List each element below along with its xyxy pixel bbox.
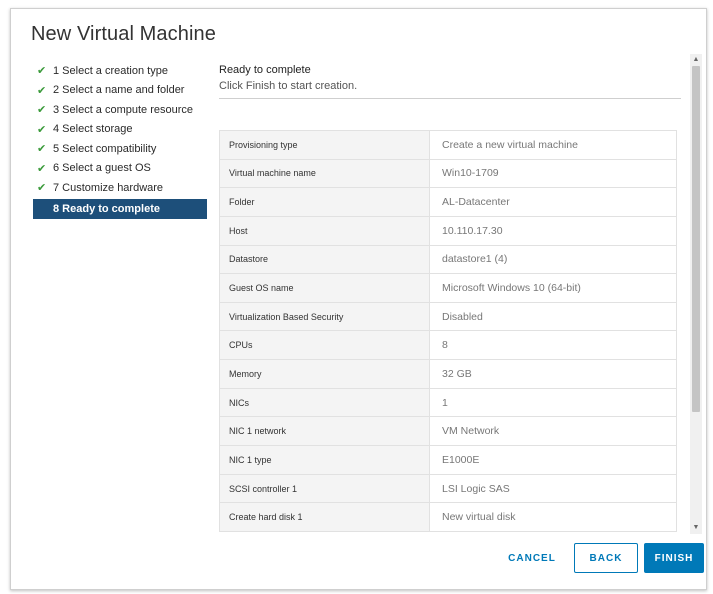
row-value: Create a new virtual machine xyxy=(430,131,677,159)
row-value: New virtual disk xyxy=(430,503,677,531)
check-icon: ✔ xyxy=(37,182,47,195)
table-row: Create hard disk 1 New virtual disk xyxy=(220,503,677,532)
table-row: SCSI controller 1 LSI Logic SAS xyxy=(220,474,677,504)
row-key: Virtualization Based Security xyxy=(220,302,430,331)
table-row: CPUs 8 xyxy=(220,331,677,361)
step-8-ready-to-complete[interactable]: 8 Ready to complete xyxy=(33,198,207,219)
row-key: NICs xyxy=(220,388,430,417)
step-7-customize-hardware[interactable]: ✔ 7 Customize hardware xyxy=(33,178,207,198)
check-icon: ✔ xyxy=(37,104,47,117)
row-value: E1000E xyxy=(430,446,677,474)
row-key: Folder xyxy=(220,188,430,216)
row-key: Provisioning type xyxy=(220,131,430,159)
row-value: Disabled xyxy=(430,302,677,331)
step-5-compatibility[interactable]: ✔ 5 Select compatibility xyxy=(33,139,207,159)
step-3-compute-resource[interactable]: ✔ 3 Select a compute resource xyxy=(33,100,207,120)
row-value: 10.110.17.30 xyxy=(430,216,677,245)
check-icon: ✔ xyxy=(37,65,47,78)
step-label: 5 Select compatibility xyxy=(53,142,157,155)
step-label: 6 Select a guest OS xyxy=(53,162,151,175)
row-key: SCSI controller 1 xyxy=(220,474,430,503)
check-icon: ✔ xyxy=(37,143,47,156)
step-2-name-and-folder[interactable]: ✔ 2 Select a name and folder xyxy=(33,81,207,101)
vertical-scrollbar[interactable]: ▲ ▼ xyxy=(690,54,702,534)
table-row: Memory 32 GB xyxy=(220,360,677,389)
table-row: Folder AL-Datacenter xyxy=(220,188,677,217)
row-value: 1 xyxy=(430,388,677,417)
row-key: Host xyxy=(220,216,430,245)
scrollbar-thumb[interactable] xyxy=(692,66,700,412)
step-label: 2 Select a name and folder xyxy=(53,84,185,97)
step-6-guest-os[interactable]: ✔ 6 Select a guest OS xyxy=(33,159,207,179)
row-key: Guest OS name xyxy=(220,274,430,302)
content-title: Ready to complete xyxy=(219,64,311,76)
step-1-creation-type[interactable]: ✔ 1 Select a creation type xyxy=(33,61,207,81)
table-row: NIC 1 type E1000E xyxy=(220,446,677,475)
table-row: Virtualization Based Security Disabled xyxy=(220,302,677,332)
wizard-steps: ✔ 1 Select a creation type ✔ 2 Select a … xyxy=(33,61,207,219)
step-label: 1 Select a creation type xyxy=(53,64,168,77)
table-row: NICs 1 xyxy=(220,388,677,418)
step-label: 4 Select storage xyxy=(53,123,133,136)
row-value: VM Network xyxy=(430,417,677,446)
scroll-up-arrow-icon[interactable]: ▲ xyxy=(690,54,702,66)
cancel-button[interactable]: CANCEL xyxy=(496,543,568,573)
finish-button[interactable]: FINISH xyxy=(644,543,704,573)
row-key: Create hard disk 1 xyxy=(220,503,430,531)
row-value: Microsoft Windows 10 (64-bit) xyxy=(430,274,677,302)
row-key: NIC 1 type xyxy=(220,446,430,474)
step-label: 7 Customize hardware xyxy=(53,181,164,194)
dialog-title: New Virtual Machine xyxy=(31,23,216,45)
table-row: NIC 1 network VM Network xyxy=(220,417,677,447)
row-value: 32 GB xyxy=(430,360,677,388)
back-button[interactable]: BACK xyxy=(574,543,638,573)
table-row: Datastore datastore1 (4) xyxy=(220,245,677,275)
row-key: Datastore xyxy=(220,245,430,274)
row-value: 8 xyxy=(430,331,677,360)
row-value: AL-Datacenter xyxy=(430,188,677,216)
table-row: Host 10.110.17.30 xyxy=(220,216,677,246)
row-value: datastore1 (4) xyxy=(430,245,677,274)
row-key: NIC 1 network xyxy=(220,417,430,446)
table-row: Provisioning type Create a new virtual m… xyxy=(220,131,677,160)
content-header: Ready to complete Click Finish to start … xyxy=(219,64,689,92)
check-icon: ✔ xyxy=(37,84,47,97)
table-row: Virtual machine name Win10-1709 xyxy=(220,159,677,189)
step-4-storage[interactable]: ✔ 4 Select storage xyxy=(33,120,207,140)
row-key: Memory xyxy=(220,360,430,388)
row-key: CPUs xyxy=(220,331,430,360)
check-icon: ✔ xyxy=(37,162,47,175)
table-row: Guest OS name Microsoft Windows 10 (64-b… xyxy=(220,274,677,303)
row-key: Virtual machine name xyxy=(220,159,430,188)
scroll-down-arrow-icon[interactable]: ▼ xyxy=(690,522,702,534)
check-icon: ✔ xyxy=(37,123,47,136)
step-label: 3 Select a compute resource xyxy=(53,103,194,116)
header-divider xyxy=(219,98,681,99)
summary-table: Provisioning type Create a new virtual m… xyxy=(219,130,677,532)
content-subtitle: Click Finish to start creation. xyxy=(219,80,358,92)
row-value: Win10-1709 xyxy=(430,159,677,188)
new-vm-dialog: New Virtual Machine ✔ 1 Select a creatio… xyxy=(10,8,707,590)
row-value: LSI Logic SAS xyxy=(430,474,677,503)
step-label: 8 Ready to complete xyxy=(53,202,160,215)
